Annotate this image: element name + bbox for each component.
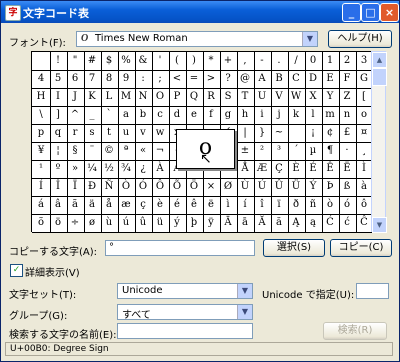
font-dropdown[interactable]: O Times New Roman ▼ [76, 31, 318, 47]
scroll-thumb[interactable] [372, 68, 387, 86]
copy-label: コピーする文字(A): [9, 247, 98, 258]
chevron-down-icon[interactable]: ▼ [237, 305, 252, 319]
group-value: すべて [122, 310, 151, 321]
advanced-view-label[interactable]: 詳細表示(V) [25, 264, 80, 279]
title-bar[interactable]: 字 文字コード表 _ □ × [1, 1, 399, 23]
close-button[interactable]: × [380, 3, 399, 22]
search-label: 検索する文字の名前(E): [9, 330, 117, 341]
group-label: グループ(G): [9, 311, 68, 322]
grid-scrollbar[interactable]: ▲ ▼ [371, 51, 387, 233]
character-map-window: 字 文字コード表 _ □ × フォント(F): O Times New Roma… [0, 0, 400, 362]
scroll-up-icon[interactable]: ▲ [372, 52, 387, 68]
group-dropdown[interactable]: すべて ▼ [117, 304, 253, 321]
status-bar: U+00B0: Degree Sign [5, 342, 393, 356]
minimize-button[interactable]: _ [342, 3, 361, 22]
unicode-goto-input[interactable] [356, 283, 389, 299]
chevron-down-icon[interactable]: ▼ [237, 284, 252, 298]
select-button[interactable]: 選択(S) [263, 239, 325, 257]
charset-value: Unicode [122, 285, 163, 296]
font-type-icon: O [81, 33, 89, 44]
font-value: Times New Roman [95, 33, 188, 44]
chevron-down-icon[interactable]: ▼ [302, 32, 317, 46]
search-input[interactable] [117, 323, 253, 339]
scroll-down-icon[interactable]: ▼ [372, 217, 387, 233]
window-title: 文字コード表 [23, 7, 89, 20]
help-button[interactable]: ヘルプ(H) [328, 30, 392, 48]
font-label: フォント(F): [9, 38, 66, 49]
charset-dropdown[interactable]: Unicode ▼ [117, 283, 253, 299]
maximize-button[interactable]: □ [361, 3, 380, 22]
unicode-goto-label: Unicode で指定(U): [262, 290, 355, 301]
charset-label: 文字セット(T): [9, 290, 77, 301]
app-icon: 字 [5, 5, 21, 21]
advanced-view-checkbox[interactable]: ✓ [10, 264, 23, 277]
copy-characters-input[interactable]: ° [105, 240, 255, 256]
copy-button[interactable]: コピー(C) [330, 239, 392, 257]
mouse-cursor-icon: ↖ [200, 151, 212, 167]
search-button[interactable]: 検索(R) [323, 322, 387, 340]
